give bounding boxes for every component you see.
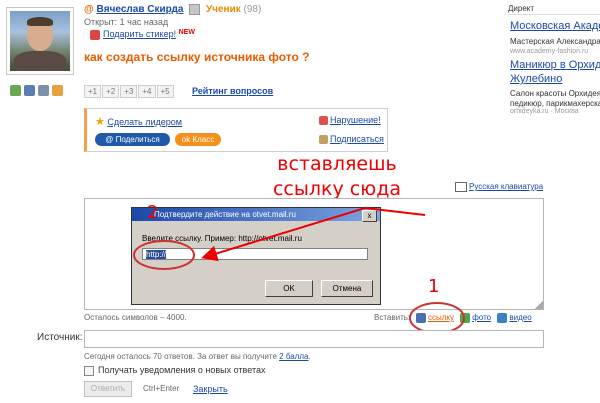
today-text: Сегодня осталось 70 ответов. За ответ вы… bbox=[84, 352, 311, 361]
close-link[interactable]: Закрыть bbox=[193, 384, 228, 394]
ad-url[interactable]: orhideyka.ru · Москва bbox=[510, 108, 579, 115]
ad-text: педикюр, парикмахерская bbox=[510, 99, 600, 108]
ads-divider bbox=[508, 14, 600, 15]
ad-title[interactable]: Маникюр в Орхиде bbox=[510, 59, 600, 71]
annotation-number-2: 2 bbox=[147, 202, 159, 223]
notify-label: Получать уведомления о новых ответах bbox=[98, 365, 266, 375]
ad-title[interactable]: Жулебино bbox=[510, 73, 562, 85]
arrow-to-link-button bbox=[364, 207, 426, 216]
notify-row: Получать уведомления о новых ответах bbox=[84, 365, 265, 376]
arrow-to-dialog-input bbox=[201, 207, 366, 262]
ads-label: Директ bbox=[508, 4, 535, 13]
highlight-link-button bbox=[409, 302, 465, 334]
ad-url[interactable]: www.academy-fashion.ru bbox=[510, 48, 588, 55]
source-label: Источник: bbox=[37, 332, 83, 343]
ad-text: Мастерская Александра bbox=[510, 37, 600, 46]
shortcut-hint: Ctrl+Enter bbox=[143, 384, 180, 393]
source-input[interactable] bbox=[84, 330, 544, 348]
notify-checkbox[interactable] bbox=[84, 365, 94, 376]
ad-text: Салон красоты Орхидея bbox=[510, 89, 600, 98]
answer-button[interactable]: Ответить bbox=[84, 381, 132, 397]
highlight-dialog-input bbox=[133, 240, 195, 270]
today-text-main: Сегодня осталось 70 ответов. За ответ вы… bbox=[84, 352, 277, 361]
points-link[interactable]: 2 балла bbox=[279, 352, 308, 361]
ad-title[interactable]: Московская Акаде bbox=[510, 20, 600, 32]
annotation-number-1: 1 bbox=[428, 276, 440, 297]
